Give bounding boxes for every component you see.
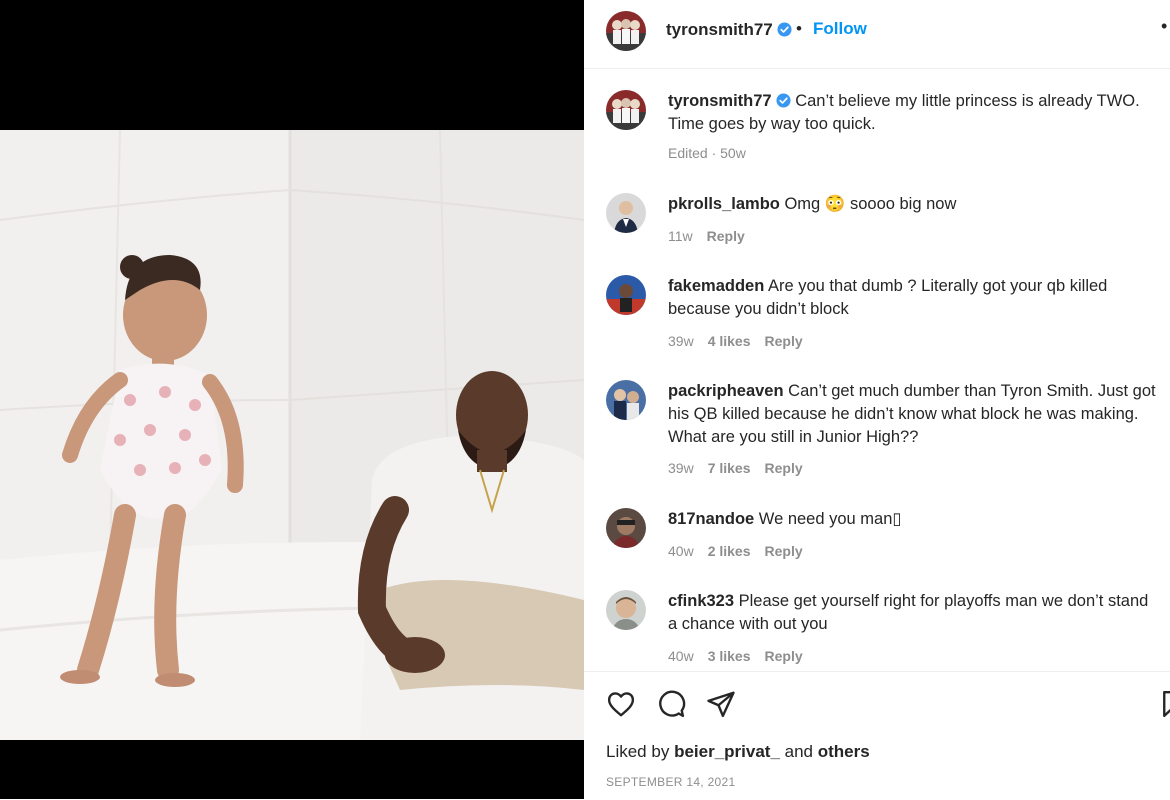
comments-list[interactable]: tyronsmith77 Can’t believe my little pri… xyxy=(584,69,1170,671)
caption-meta: Edited · 50w xyxy=(668,145,760,161)
comment-body: cfink323 Please get yourself right for p… xyxy=(668,590,1158,636)
reply-button[interactable]: Reply xyxy=(765,333,803,349)
reply-button[interactable]: Reply xyxy=(765,543,803,559)
comment-body: 817nandoe We need you man▯ xyxy=(668,508,1158,531)
comment-age: 40w xyxy=(668,648,694,664)
comment-username[interactable]: 817nandoe xyxy=(668,510,754,528)
paper-plane-icon[interactable] xyxy=(706,689,736,719)
liked-by-summary: Liked by beier_privat_ and others xyxy=(606,742,870,762)
comment-age: 39w xyxy=(668,333,694,349)
reply-button[interactable]: Reply xyxy=(765,648,803,664)
post-photo xyxy=(0,130,584,740)
comment-username[interactable]: fakemadden xyxy=(668,277,764,295)
heart-icon[interactable] xyxy=(606,689,636,719)
comment-meta: 40w 2 likes Reply xyxy=(668,543,817,559)
post-media[interactable] xyxy=(0,0,584,799)
comment-body: packripheaven Can’t get much dumber than… xyxy=(668,380,1158,449)
caption-username[interactable]: tyronsmith77 xyxy=(668,92,772,110)
comment-username[interactable]: packripheaven xyxy=(668,382,784,400)
comment-text: Please get yourself right for playoffs m… xyxy=(668,592,1149,633)
verified-badge-icon xyxy=(777,22,792,37)
bookmark-icon[interactable] xyxy=(1158,689,1170,719)
post-actions: Liked by beier_privat_ and others SEPTEM… xyxy=(584,671,1170,800)
author-avatar-small[interactable] xyxy=(606,90,646,130)
comment-likes[interactable]: 4 likes xyxy=(708,333,751,349)
author-username-text[interactable]: tyronsmith77 xyxy=(666,20,773,39)
liked-by-prefix: Liked by xyxy=(606,742,670,761)
flushed-face-emoji: 😳 xyxy=(824,195,846,213)
verified-badge-icon xyxy=(776,93,791,108)
commenter-avatar[interactable] xyxy=(606,275,646,315)
comment-meta: 11w Reply xyxy=(668,228,759,244)
follow-button[interactable]: Follow xyxy=(813,19,867,39)
comment-likes[interactable]: 3 likes xyxy=(708,648,751,664)
comment-meta: 39w 4 likes Reply xyxy=(668,333,817,349)
post-header: tyronsmith77 • Follow • xyxy=(584,0,1170,69)
header-separator: • xyxy=(796,19,802,38)
reply-button[interactable]: Reply xyxy=(765,460,803,476)
comment-body: pkrolls_lambo Omg 😳 soooo big now xyxy=(668,193,1158,216)
commenter-avatar[interactable] xyxy=(606,508,646,548)
comment-likes[interactable]: 7 likes xyxy=(708,460,751,476)
comment-meta: 39w 7 likes Reply xyxy=(668,460,817,476)
author-username[interactable]: tyronsmith77 xyxy=(666,20,792,40)
comment-username[interactable]: cfink323 xyxy=(668,592,734,610)
comment-age: 40w xyxy=(668,543,694,559)
post-side-panel: tyronsmith77 • Follow • tyronsmith77 Can… xyxy=(584,0,1170,799)
liked-by-user[interactable]: beier_privat_ xyxy=(674,742,780,761)
comment-meta: 40w 3 likes Reply xyxy=(668,648,817,664)
commenter-avatar[interactable] xyxy=(606,193,646,233)
post-date: SEPTEMBER 14, 2021 xyxy=(606,775,736,789)
liked-by-and: and xyxy=(784,742,814,761)
caption-body: tyronsmith77 Can’t believe my little pri… xyxy=(668,90,1158,136)
comment-username[interactable]: pkrolls_lambo xyxy=(668,195,780,213)
liked-by-others[interactable]: others xyxy=(818,742,870,761)
comment-text: We need you man▯ xyxy=(758,510,902,528)
author-avatar[interactable] xyxy=(606,11,646,51)
caption-edited-time: Edited · 50w xyxy=(668,145,746,161)
comment-age: 11w xyxy=(668,228,693,244)
comment-body: fakemadden Are you that dumb ? Literally… xyxy=(668,275,1158,321)
commenter-avatar[interactable] xyxy=(606,590,646,630)
comment-bubble-icon[interactable] xyxy=(656,689,686,719)
comment-text: Omg xyxy=(784,195,821,213)
comment-age: 39w xyxy=(668,460,694,476)
more-options-icon[interactable]: • xyxy=(1161,16,1167,37)
comment-likes[interactable]: 2 likes xyxy=(708,543,751,559)
commenter-avatar[interactable] xyxy=(606,380,646,420)
comment-text-after-emoji: soooo big now xyxy=(849,195,957,213)
reply-button[interactable]: Reply xyxy=(707,228,745,244)
